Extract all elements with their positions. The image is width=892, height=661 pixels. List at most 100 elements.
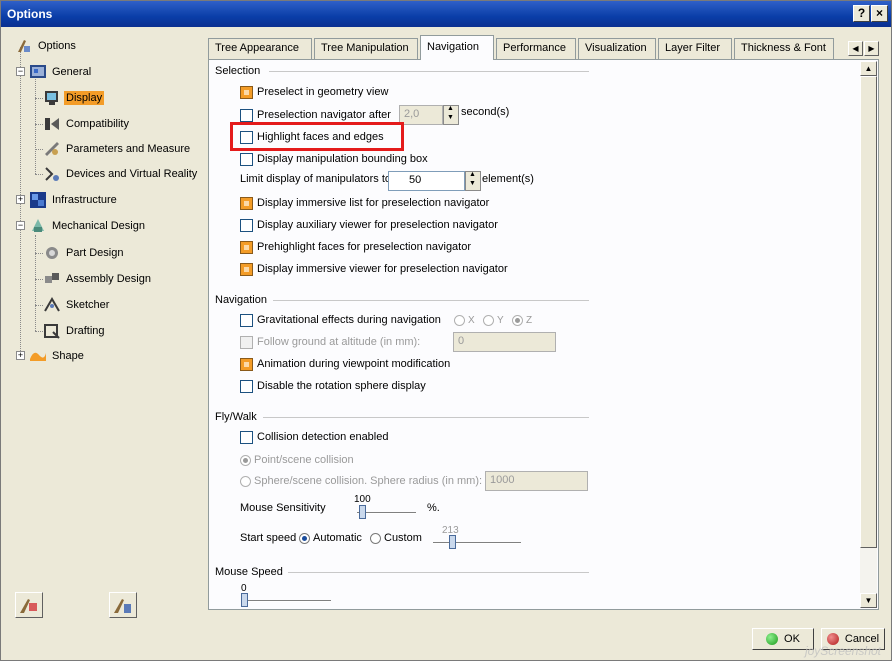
axis-x-option[interactable]: X: [454, 312, 475, 328]
tree-item-part-design[interactable]: Part Design: [43, 243, 125, 263]
sphere-scene-option[interactable]: Sphere/scene collision. Sphere radius (i…: [240, 473, 482, 489]
axis-z-option[interactable]: Z: [512, 312, 532, 328]
axis-y-radio[interactable]: [483, 314, 494, 326]
prehighlight-faces-checkbox[interactable]: [240, 240, 253, 254]
tree-item-drafting[interactable]: Drafting: [43, 321, 107, 341]
tree-item-display[interactable]: Display: [43, 88, 105, 108]
tree-item-sketcher[interactable]: Sketcher: [43, 295, 111, 315]
custom-speed-slider[interactable]: [449, 535, 456, 549]
sphere-radius-input[interactable]: 1000: [485, 471, 588, 491]
preselection-navigator-spinner[interactable]: [443, 105, 459, 125]
bounding-box-checkbox[interactable]: [240, 152, 253, 166]
preselection-navigator-option[interactable]: Preselection navigator after: [240, 107, 391, 123]
axis-x-radio[interactable]: [454, 314, 465, 326]
auxiliary-viewer-option[interactable]: Display auxiliary viewer for preselectio…: [240, 217, 498, 233]
tab-layer-filter[interactable]: Layer Filter: [658, 38, 732, 59]
point-scene-radio[interactable]: [240, 454, 251, 466]
drafting-icon: [43, 322, 61, 340]
custom-radio[interactable]: [370, 532, 381, 544]
mouse-speed-group-title: Mouse Speed: [215, 566, 288, 578]
tab-scroll-right-icon[interactable]: ▶: [864, 41, 879, 56]
help-button[interactable]: ?: [853, 5, 870, 22]
collision-checkbox[interactable]: [240, 430, 253, 444]
mouse-sensitivity-slider[interactable]: [359, 505, 366, 519]
tab-tree-appearance[interactable]: Tree Appearance: [208, 38, 312, 59]
immersive-list-option[interactable]: Display immersive list for preselection …: [240, 195, 489, 211]
preselection-navigator-input[interactable]: 2,0: [399, 105, 443, 125]
tree-item-infrastructure[interactable]: Infrastructure: [29, 190, 119, 210]
tree-item-shape[interactable]: Shape: [29, 346, 86, 366]
tab-scroll-left-icon[interactable]: ◀: [848, 41, 863, 56]
start-speed-label: Start speed: [240, 532, 297, 544]
parameters-icon: [43, 140, 61, 158]
limit-display-spinner[interactable]: [465, 171, 481, 191]
reset-options-button[interactable]: [15, 592, 43, 618]
tree-item-label: Devices and Virtual Reality: [66, 168, 198, 180]
export-options-button[interactable]: [109, 592, 137, 618]
mouse-sensitivity-unit: %.: [427, 502, 440, 514]
follow-ground-checkbox[interactable]: [240, 335, 253, 349]
animation-option[interactable]: Animation during viewpoint modification: [240, 356, 450, 372]
bounding-box-option[interactable]: Display manipulation bounding box: [240, 151, 428, 167]
tab-thickness-font[interactable]: Thickness & Font: [734, 38, 834, 59]
preselection-navigator-checkbox[interactable]: [240, 108, 253, 122]
automatic-radio[interactable]: [299, 532, 310, 544]
point-scene-option[interactable]: Point/scene collision: [240, 452, 354, 468]
immersive-viewer-checkbox[interactable]: [240, 262, 253, 276]
disable-rotation-option[interactable]: Disable the rotation sphere display: [240, 378, 426, 394]
close-button[interactable]: ×: [871, 5, 888, 22]
selection-group-title: Selection: [215, 65, 266, 77]
disable-rotation-checkbox[interactable]: [240, 379, 253, 393]
scroll-down-icon[interactable]: ▼: [860, 593, 877, 608]
expand-infrastructure-toggle[interactable]: +: [16, 195, 25, 204]
scroll-up-icon[interactable]: ▲: [860, 61, 877, 76]
expand-mechanical-design-toggle[interactable]: −: [16, 221, 25, 230]
axis-z-radio[interactable]: [512, 314, 523, 326]
compatibility-icon: [43, 115, 61, 133]
collision-option[interactable]: Collision detection enabled: [240, 429, 388, 445]
assembly-design-icon: [43, 270, 61, 288]
tree-item-devices[interactable]: Devices and Virtual Reality: [43, 164, 199, 184]
expand-shape-toggle[interactable]: +: [16, 351, 25, 360]
axis-y-option[interactable]: Y: [483, 312, 504, 328]
custom-option[interactable]: Custom: [370, 530, 422, 546]
expand-general-toggle[interactable]: −: [16, 67, 25, 76]
mouse-sensitivity-label: Mouse Sensitivity: [240, 502, 326, 514]
tab-navigation[interactable]: Navigation: [420, 35, 494, 60]
tree-item-assembly-design[interactable]: Assembly Design: [43, 269, 153, 289]
mouse-speed-slider[interactable]: [241, 593, 248, 607]
tree-item-compatibility[interactable]: Compatibility: [43, 114, 131, 134]
gravitational-checkbox[interactable]: [240, 313, 253, 327]
general-icon: [29, 63, 47, 81]
limit-display-input[interactable]: 50: [388, 171, 465, 191]
tree-item-general[interactable]: General: [29, 62, 93, 82]
infrastructure-icon: [29, 191, 47, 209]
tab-performance[interactable]: Performance: [496, 38, 576, 59]
axis-x-label: X: [468, 314, 475, 326]
tab-visualization[interactable]: Visualization: [578, 38, 656, 59]
automatic-option[interactable]: Automatic: [299, 530, 362, 546]
display-icon: [43, 89, 61, 107]
immersive-list-checkbox[interactable]: [240, 196, 253, 210]
prehighlight-faces-option[interactable]: Prehighlight faces for preselection navi…: [240, 239, 471, 255]
panel-scrollbar[interactable]: ▲ ▼: [860, 61, 877, 608]
preselect-geometry-option[interactable]: Preselect in geometry view: [240, 84, 388, 100]
tree-item-parameters[interactable]: Parameters and Measure: [43, 139, 192, 159]
gravitational-option[interactable]: Gravitational effects during navigation: [240, 312, 441, 328]
limit-display-value: 50: [409, 174, 422, 186]
auxiliary-viewer-checkbox[interactable]: [240, 218, 253, 232]
watermark-text: joyScreenshot: [804, 644, 881, 658]
preselect-geometry-label: Preselect in geometry view: [257, 86, 389, 98]
immersive-list-label: Display immersive list for preselection …: [257, 197, 490, 209]
follow-ground-option[interactable]: Follow ground at altitude (in mm):: [240, 334, 420, 350]
preselect-geometry-checkbox[interactable]: [240, 85, 253, 99]
tab-tree-manipulation[interactable]: Tree Manipulation: [314, 38, 418, 59]
follow-ground-input[interactable]: 0: [453, 332, 556, 352]
animation-checkbox[interactable]: [240, 357, 253, 371]
scrollbar-thumb[interactable]: [860, 76, 877, 548]
immersive-viewer-option[interactable]: Display immersive viewer for preselectio…: [240, 261, 508, 277]
sphere-scene-radio[interactable]: [240, 475, 251, 487]
tree-item-options[interactable]: Options: [15, 36, 78, 56]
ok-icon: [766, 633, 779, 645]
tree-item-mechanical-design[interactable]: Mechanical Design: [29, 216, 147, 236]
